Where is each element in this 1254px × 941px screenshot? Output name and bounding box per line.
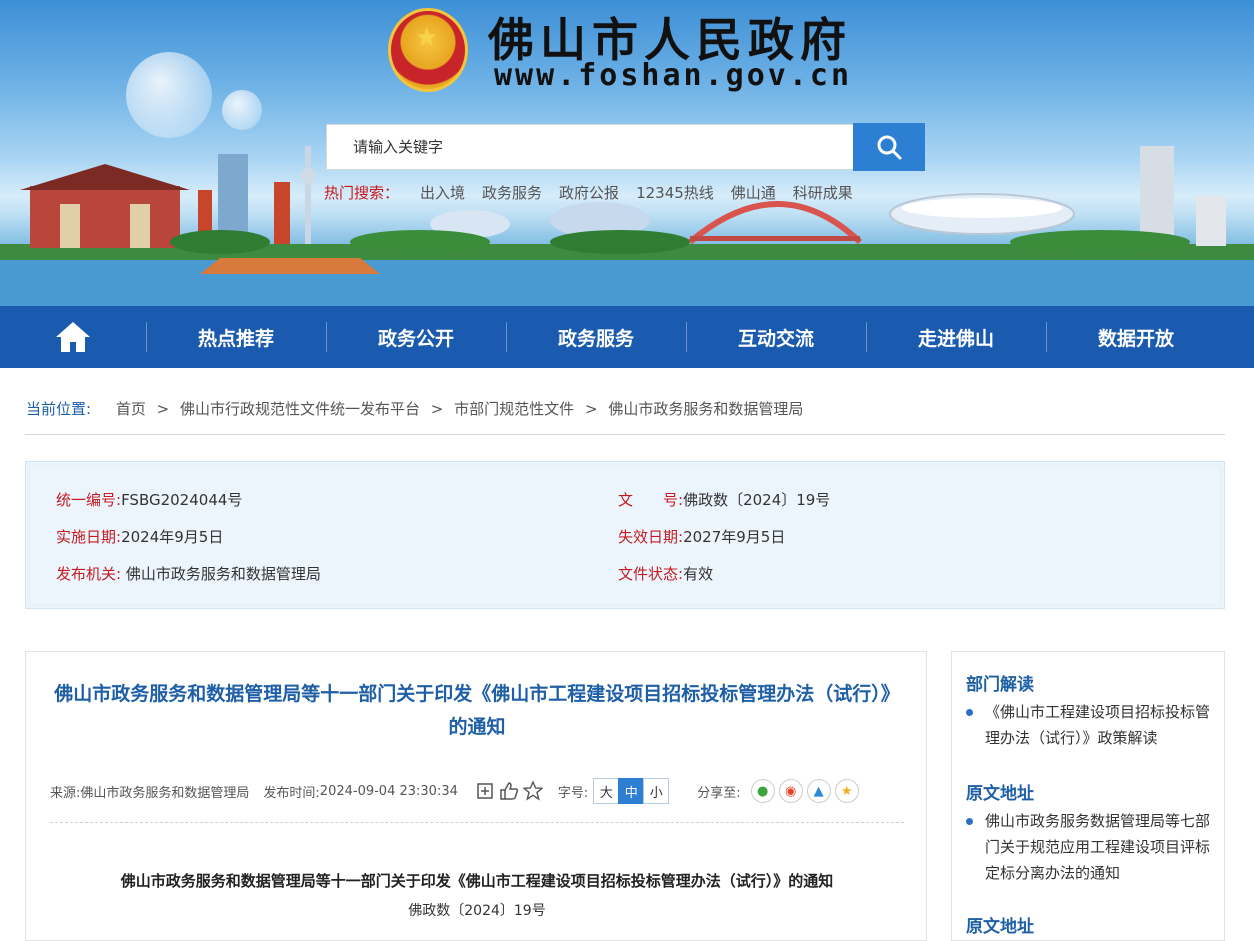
article-panel: 佛山市政务服务和数据管理局等十一部门关于印发《佛山市工程建设项目招标投标管理办法… <box>25 651 927 941</box>
info-effective-date: 实施日期:2024年9月5日 <box>56 526 223 547</box>
nav-item-hot[interactable]: 热点推荐 <box>146 306 326 368</box>
publish-time: 2024-09-04 23:30:34 <box>320 784 458 799</box>
home-icon <box>54 320 92 354</box>
nav-item-open-affairs[interactable]: 政务公开 <box>326 306 506 368</box>
breadcrumb-separator: > <box>431 400 444 418</box>
wechat-share-icon[interactable]: ● <box>751 779 775 803</box>
sidebar-link-original[interactable]: 佛山市政务服务数据管理局等七部门关于规范应用工程建设项目评标定标分离办法的通知 <box>966 808 1216 886</box>
nav-item-services[interactable]: 政务服务 <box>506 306 686 368</box>
search-input[interactable] <box>327 125 853 169</box>
hot-search-item[interactable]: 科研成果 <box>793 182 853 203</box>
hot-search-item[interactable]: 佛山通 <box>731 182 776 203</box>
decor-bubble <box>222 90 262 130</box>
breadcrumb-link-platform[interactable]: 佛山市行政规范性文件统一发布平台 <box>180 400 420 418</box>
hot-search-item[interactable]: 政务服务 <box>482 182 542 203</box>
star-icon: ★ <box>415 25 438 51</box>
hot-search-label: 热门搜索： <box>324 182 399 203</box>
font-size-small-button[interactable]: 小 <box>643 778 669 804</box>
breadcrumb-separator: > <box>157 400 170 418</box>
main-nav: 热点推荐 政务公开 政务服务 互动交流 走进佛山 数据开放 <box>0 306 1254 368</box>
breadcrumb-link-bureau[interactable]: 佛山市政务服务和数据管理局 <box>608 400 803 418</box>
national-emblem-logo: ★ <box>388 8 468 92</box>
divider <box>50 822 904 823</box>
article-title: 佛山市政务服务和数据管理局等十一部门关于印发《佛山市工程建设项目招标投标管理办法… <box>52 678 902 744</box>
site-url: www.foshan.gov.cn <box>494 58 852 93</box>
bookmark-icon[interactable] <box>474 780 496 802</box>
search-icon <box>875 133 903 161</box>
hot-search-bar: 热门搜索： 出入境 政务服务 政府公报 12345热线 佛山通 科研成果 <box>324 182 853 203</box>
hot-search-item[interactable]: 出入境 <box>420 182 465 203</box>
breadcrumb: 当前位置: 首页 > 佛山市行政规范性文件统一发布平台 > 市部门规范性文件 >… <box>26 398 803 419</box>
breadcrumb-label: 当前位置: <box>26 400 91 418</box>
info-issuer: 发布机关: 佛山市政务服务和数据管理局 <box>56 563 321 584</box>
document-info-panel: 统一编号:FSBG2024044号 文 号:佛政数〔2024〕19号 实施日期:… <box>25 461 1225 609</box>
sidebar-section-title: 原文地址 <box>966 779 1034 804</box>
hot-search-item[interactable]: 政府公报 <box>559 182 619 203</box>
share-label: 分享至: <box>697 782 740 801</box>
info-status: 文件状态:有效 <box>618 563 713 584</box>
info-expiry-date: 失效日期:2027年9月5日 <box>618 526 785 547</box>
weibo-share-icon[interactable]: ◉ <box>779 779 803 803</box>
sidebar-link-interpretation[interactable]: 《佛山市工程建设项目招标投标管理办法（试行）》政策解读 <box>966 699 1216 751</box>
hot-search-item[interactable]: 12345热线 <box>636 182 714 203</box>
publish-time-label: 发布时间: <box>263 782 319 801</box>
breadcrumb-link-dept-docs[interactable]: 市部门规范性文件 <box>454 400 574 418</box>
breadcrumb-separator: > <box>585 400 598 418</box>
sidebar-section-title: 原文地址 <box>966 912 1034 937</box>
like-icon[interactable] <box>498 780 520 802</box>
font-size-label: 字号: <box>558 782 588 801</box>
source-value: 佛山市政务服务和数据管理局 <box>80 782 249 801</box>
nav-item-interaction[interactable]: 互动交流 <box>686 306 866 368</box>
info-doc-no: 文 号:佛政数〔2024〕19号 <box>618 489 830 510</box>
source-label: 来源: <box>50 782 80 801</box>
nav-item-about-foshan[interactable]: 走进佛山 <box>866 306 1046 368</box>
breadcrumb-link-home[interactable]: 首页 <box>116 400 146 418</box>
divider <box>25 434 1225 435</box>
sidebar: 部门解读 《佛山市工程建设项目招标投标管理办法（试行）》政策解读 原文地址 佛山… <box>951 651 1225 941</box>
search-box <box>326 124 854 170</box>
nav-item-open-data[interactable]: 数据开放 <box>1046 306 1226 368</box>
info-unified-no: 统一编号:FSBG2024044号 <box>56 489 242 510</box>
search-button[interactable] <box>853 123 925 171</box>
sidebar-section-title: 部门解读 <box>966 670 1034 695</box>
favorite-star-icon[interactable] <box>522 780 544 802</box>
nav-home[interactable] <box>0 306 146 368</box>
document-heading: 佛山市政务服务和数据管理局等十一部门关于印发《佛山市工程建设项目招标投标管理办法… <box>50 870 904 891</box>
article-meta: 来源: 佛山市政务服务和数据管理局 发布时间: 2024-09-04 23:30… <box>50 778 910 804</box>
header-banner: ★ 佛山市人民政府 www.foshan.gov.cn 热门搜索： 出入境 政务… <box>0 0 1254 306</box>
font-size-large-button[interactable]: 大 <box>593 778 619 804</box>
decor-bubble <box>126 52 212 138</box>
qq-share-icon[interactable]: ▲ <box>807 779 831 803</box>
qzone-share-icon[interactable]: ★ <box>835 779 859 803</box>
city-skyline-illustration <box>0 146 1254 306</box>
font-size-medium-button[interactable]: 中 <box>618 778 644 804</box>
document-number: 佛政数〔2024〕19号 <box>50 900 904 920</box>
